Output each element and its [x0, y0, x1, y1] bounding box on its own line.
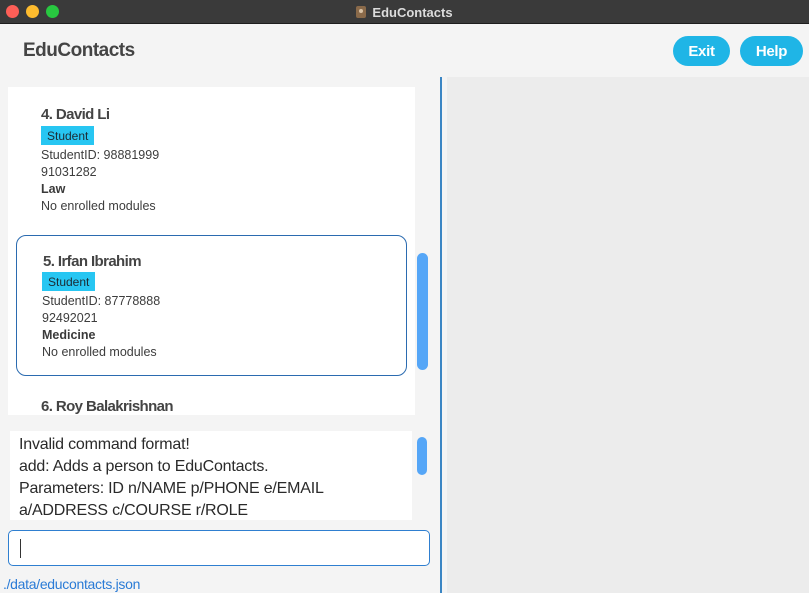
window-title: EduContacts	[372, 4, 453, 20]
data-file-path: ./data/educontacts.json	[3, 576, 141, 592]
student-id: StudentID: 87778888	[42, 294, 161, 308]
app-icon	[356, 6, 367, 18]
command-input[interactable]	[8, 530, 430, 566]
result-line: a/ADDRESS c/COURSE r/ROLE	[19, 502, 248, 519]
app-header: EduContacts Exit Help	[0, 25, 809, 77]
phone-number: 91031282	[41, 165, 97, 179]
result-line: Invalid command format!	[19, 436, 190, 453]
contact-card-selected[interactable]: 5. Irfan Ibrahim Student StudentID: 8777…	[16, 235, 407, 376]
contact-card[interactable]: 6. Roy Balakrishnan	[8, 387, 415, 415]
role-badge: Student	[42, 272, 96, 291]
course-label: Medicine	[42, 328, 96, 342]
contact-list[interactable]: 4. David Li Student StudentID: 98881999 …	[8, 87, 415, 415]
contact-card[interactable]: 4. David Li Student StudentID: 98881999 …	[8, 87, 415, 227]
window-title-group: EduContacts	[0, 0, 809, 24]
contact-name: 6. Roy Balakrishnan	[41, 398, 174, 415]
left-pane: 4. David Li Student StudentID: 98881999 …	[0, 77, 440, 593]
phone-number: 92492021	[42, 311, 98, 325]
text-caret	[20, 539, 21, 558]
student-id: StudentID: 98881999	[41, 148, 160, 162]
result-scrollbar[interactable]	[417, 437, 427, 475]
modules-text: No enrolled modules	[42, 345, 157, 359]
contact-list-scrollbar[interactable]	[417, 253, 428, 370]
course-label: Law	[41, 182, 66, 196]
role-badge: Student	[41, 126, 95, 145]
exit-button[interactable]: Exit	[673, 36, 730, 66]
contact-name: 4. David Li	[41, 106, 110, 123]
help-button[interactable]: Help	[740, 36, 803, 66]
app-brand: EduContacts	[23, 40, 135, 61]
title-bar: EduContacts	[0, 0, 809, 24]
result-display: Invalid command format! add: Adds a pers…	[10, 431, 412, 520]
result-line: add: Adds a person to EduContacts.	[19, 458, 269, 475]
right-pane	[447, 77, 809, 593]
modules-text: No enrolled modules	[41, 199, 156, 213]
pane-divider[interactable]	[440, 77, 442, 593]
contact-name: 5. Irfan Ibrahim	[43, 253, 142, 270]
result-line: Parameters: ID n/NAME p/PHONE e/EMAIL	[19, 480, 324, 497]
app-window: EduContacts EduContacts Exit Help 4. Dav…	[0, 0, 809, 593]
